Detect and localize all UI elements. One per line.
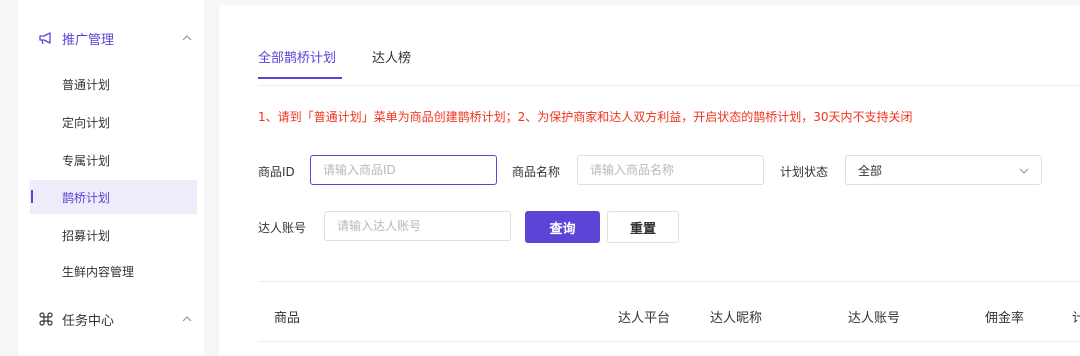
sidebar-group-promotion[interactable]: 推广管理 — [18, 26, 204, 50]
plan-status-label: 计划状态 — [780, 165, 829, 179]
product-id-input[interactable] — [310, 155, 497, 185]
sidebar: 推广管理 普通计划 定向计划 专属计划 鹊桥计划 招募计划 生鲜内容管理 任务中… — [18, 0, 204, 356]
sidebar-group-label: 任务中心 — [62, 313, 115, 329]
column-header-commission: 佣金率 — [985, 311, 1025, 326]
column-header-plan: 计 — [1072, 311, 1080, 326]
sidebar-item-recruit-plan[interactable]: 招募计划 — [30, 218, 197, 252]
product-name-input[interactable] — [577, 155, 764, 185]
sidebar-item-bridge-plan[interactable]: 鹊桥计划 — [30, 180, 197, 214]
sidebar-item-fresh-content[interactable]: 生鲜内容管理 — [30, 254, 197, 288]
main-panel: 全部鹊桥计划 达人榜 1、请到「普通计划」菜单为商品创建鹊桥计划；2、为保护商家… — [219, 5, 1080, 356]
chevron-down-icon — [1019, 168, 1029, 174]
active-indicator — [31, 190, 33, 203]
product-id-label: 商品ID — [258, 165, 295, 179]
sidebar-item-label: 定向计划 — [62, 115, 111, 130]
notice-text: 1、请到「普通计划」菜单为商品创建鹊桥计划；2、为保护商家和达人双方利益，开启状… — [258, 110, 913, 124]
megaphone-icon — [39, 32, 51, 45]
plan-status-select[interactable]: 全部 — [845, 155, 1042, 185]
tab-active-underline — [258, 77, 342, 79]
sidebar-group-tasks[interactable]: 任务中心 — [18, 307, 204, 331]
sidebar-item-label: 鹊桥计划 — [62, 190, 111, 205]
table-header: 商品 达人平台 达人昵称 达人账号 佣金率 计 — [258, 281, 1080, 342]
column-header-nickname: 达人昵称 — [710, 311, 763, 326]
sidebar-item-targeted-plan[interactable]: 定向计划 — [30, 105, 197, 139]
command-icon — [39, 312, 53, 326]
tab-influencer-ranking[interactable]: 达人榜 — [372, 47, 411, 66]
tab-all-bridge-plans[interactable]: 全部鹊桥计划 — [258, 47, 336, 66]
search-button[interactable]: 查询 — [525, 211, 600, 243]
sidebar-item-label: 生鲜内容管理 — [62, 264, 135, 279]
product-name-label: 商品名称 — [512, 165, 561, 179]
chevron-up-icon[interactable] — [182, 315, 192, 323]
reset-button[interactable]: 重置 — [607, 211, 679, 243]
plan-status-value: 全部 — [858, 163, 883, 178]
column-header-platform: 达人平台 — [618, 311, 671, 326]
column-header-product: 商品 — [274, 311, 301, 326]
sidebar-item-label: 专属计划 — [62, 153, 111, 168]
column-header-account: 达人账号 — [848, 311, 901, 326]
divider — [258, 85, 1080, 86]
sidebar-item-label: 普通计划 — [62, 77, 111, 92]
sidebar-item-exclusive-plan[interactable]: 专属计划 — [30, 143, 197, 177]
sidebar-group-label: 推广管理 — [62, 32, 115, 48]
influencer-account-label: 达人账号 — [258, 221, 307, 235]
sidebar-item-normal-plan[interactable]: 普通计划 — [30, 67, 197, 101]
sidebar-item-label: 招募计划 — [62, 228, 111, 243]
influencer-account-input[interactable] — [324, 211, 511, 241]
chevron-up-icon[interactable] — [182, 34, 192, 42]
